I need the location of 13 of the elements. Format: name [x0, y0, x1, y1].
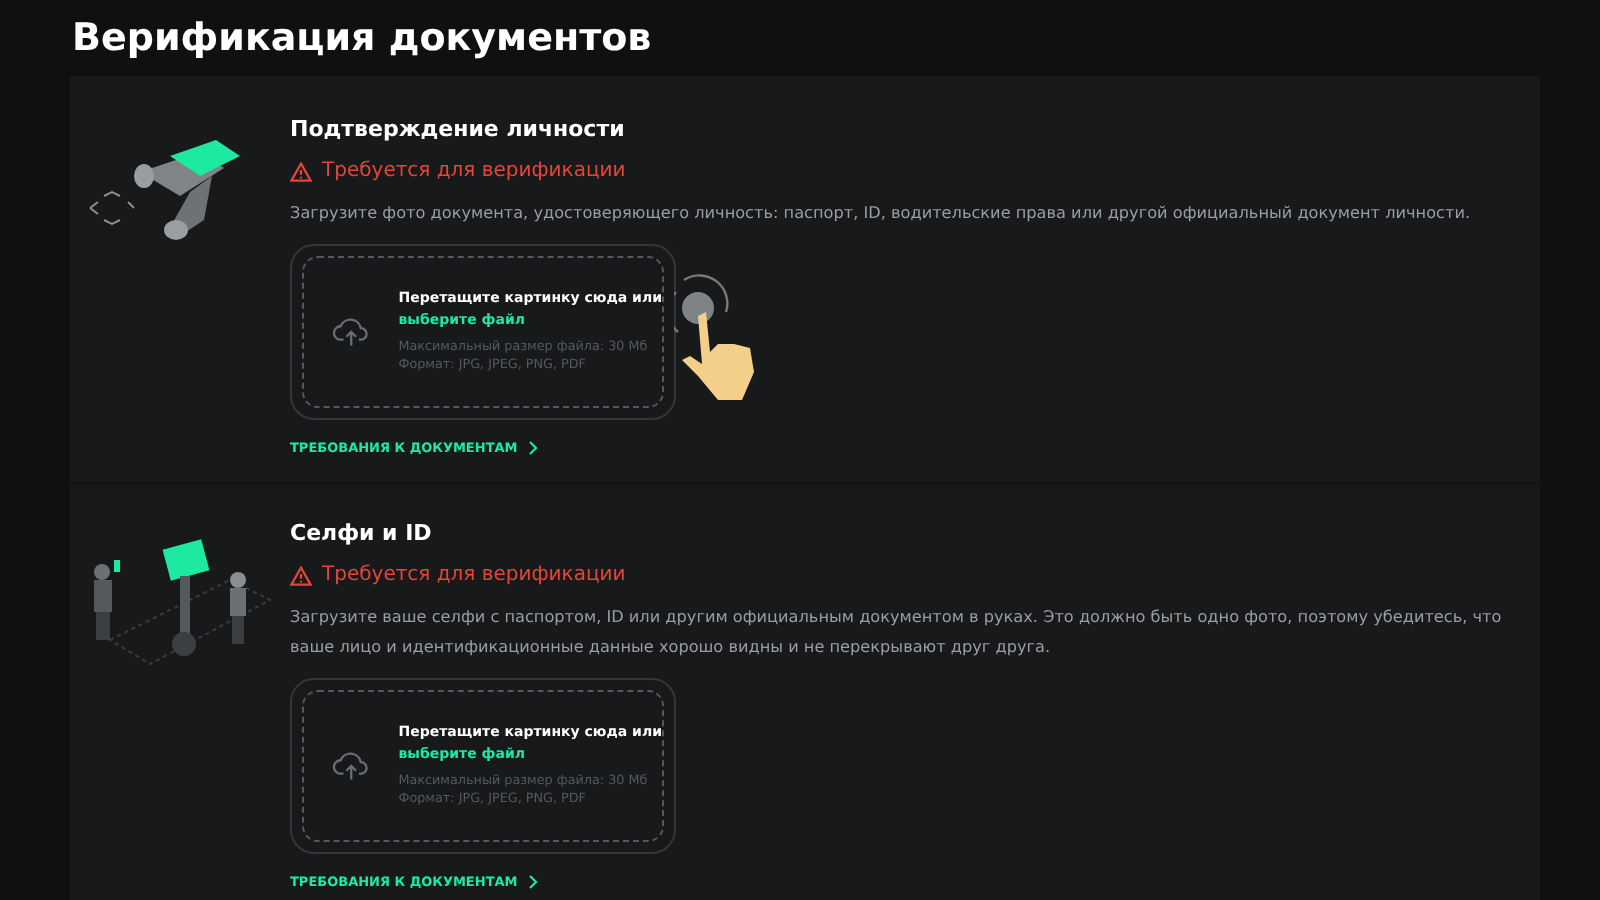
- warning-icon: [290, 565, 312, 585]
- section-description: Загрузите фото документа, удостоверяющего личность: паспорт, ID, водительские права или другой официальный документ личности.: [290, 200, 1471, 226]
- section-title: Подтверждение личности: [290, 116, 625, 142]
- status-text: Требуется для верификации: [322, 160, 626, 182]
- warning-icon: [290, 161, 312, 181]
- chevron-right-icon: [527, 874, 538, 890]
- chevron-right-icon: [527, 440, 538, 456]
- page-title: Верификация документов: [70, 14, 654, 64]
- section-description: Загрузите ваше селфи с паспортом, ID или другим официальным документом в руках. Это должно быть одно фото, поэтому убедитесь, что ваше лицо и идентификационные данные хорошо видны и не перекрывают друг друга.: [290, 604, 1504, 660]
- status-text: Требуется для верификации: [322, 564, 626, 586]
- section-title: Селфи и ID: [290, 520, 432, 546]
- cloud-upload-icon: [332, 750, 371, 782]
- cloud-upload-icon: [332, 316, 371, 348]
